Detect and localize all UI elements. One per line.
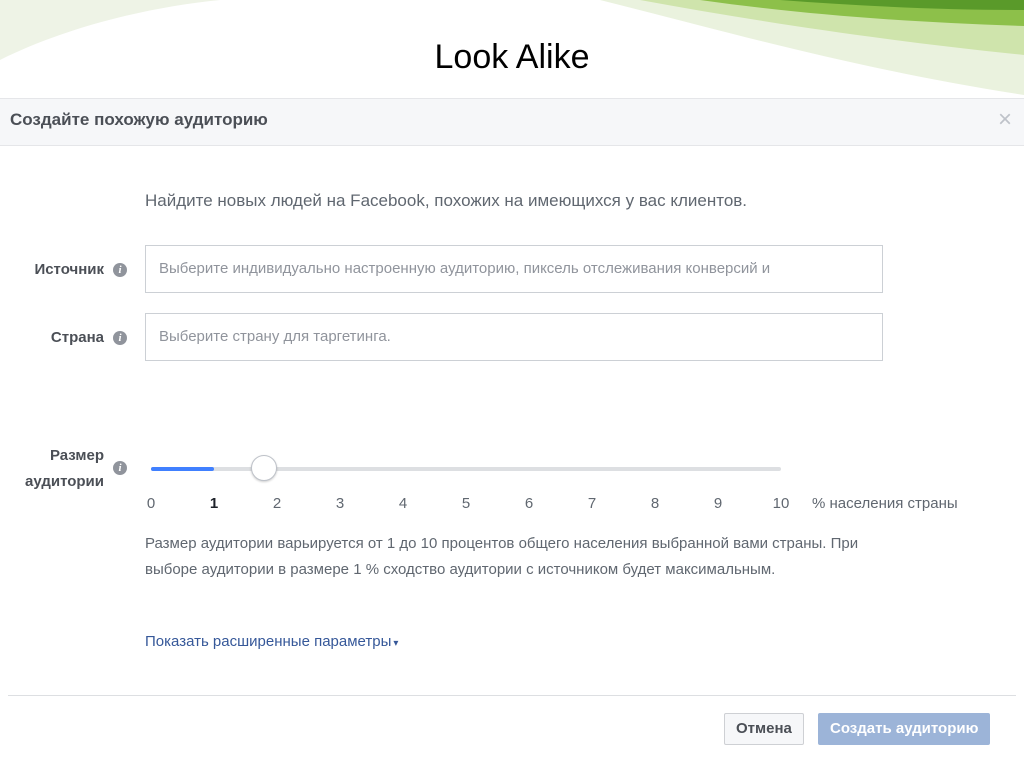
audience-size-slider-track[interactable]: [151, 467, 781, 471]
audience-size-tick[interactable]: 8: [651, 495, 659, 512]
country-input[interactable]: Выберите страну для таргетинга.: [145, 313, 883, 361]
audience-size-description: Размер аудитории варьируется от 1 до 10 …: [145, 535, 859, 578]
source-label: Источник: [34, 261, 104, 278]
slide-title: Look Alike: [434, 38, 590, 76]
show-advanced-options-link[interactable]: Показать расширенные параметры ▾: [145, 633, 398, 650]
audience-size-tick[interactable]: 2: [273, 495, 281, 512]
close-icon[interactable]: ×: [998, 108, 1012, 132]
dialog-header: Создайте похожую аудиторию ×: [0, 99, 1024, 146]
audience-size-unit: % населения страны: [812, 495, 958, 512]
audience-size-tick[interactable]: 9: [714, 495, 722, 512]
audience-size-slider-thumb[interactable]: [251, 455, 277, 481]
show-advanced-options-label: Показать расширенные параметры: [145, 633, 392, 650]
audience-size-slider-fill: [151, 467, 214, 471]
dialog-title: Создайте похожую аудиторию: [10, 110, 268, 129]
cancel-button[interactable]: Отмена: [724, 713, 804, 745]
audience-size-tick[interactable]: 1: [210, 495, 218, 512]
country-info-icon[interactable]: i: [113, 331, 127, 345]
source-info-icon[interactable]: i: [113, 263, 127, 277]
audience-size-tick[interactable]: 10: [773, 495, 790, 512]
audience-size-label: Размер аудитории: [0, 443, 104, 495]
audience-size-tick[interactable]: 0: [147, 495, 155, 512]
caret-down-icon: ▾: [393, 638, 399, 649]
audience-size-tick[interactable]: 7: [588, 495, 596, 512]
create-audience-button[interactable]: Создать аудиторию: [818, 713, 991, 745]
country-label: Страна: [50, 329, 104, 346]
create-lookalike-dialog: Создайте похожую аудиторию × Найдите нов…: [0, 98, 1024, 768]
audience-size-info-icon[interactable]: i: [113, 461, 127, 475]
audience-size-tick[interactable]: 3: [336, 495, 344, 512]
footer-divider: [8, 695, 1016, 696]
audience-size-label-line2: аудитории: [25, 473, 104, 490]
audience-size-label-line1: Размер: [49, 447, 104, 464]
audience-size-tick[interactable]: 6: [525, 495, 533, 512]
audience-size-tick[interactable]: 4: [399, 495, 407, 512]
intro-text: Найдите новых людей на Facebook, похожих…: [145, 191, 748, 210]
source-input[interactable]: Выберите индивидуально настроенную аудит…: [145, 245, 883, 293]
audience-size-tick[interactable]: 5: [462, 495, 470, 512]
